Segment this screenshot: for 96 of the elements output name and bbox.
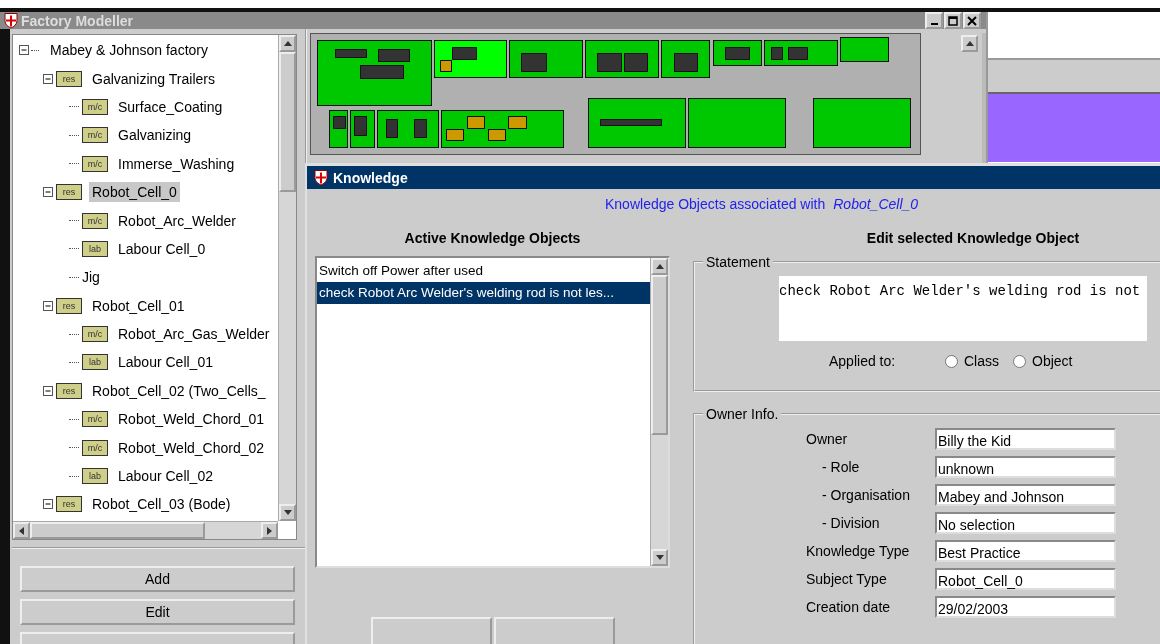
scroll-down-button[interactable] [279,504,296,521]
folder-tag: m/c [82,439,108,456]
input-field[interactable]: unknown [935,456,1116,478]
minimize-icon [930,23,938,25]
tree-item[interactable]: Labour Cell_01 [115,352,216,373]
tree-item[interactable]: Robot_Cell_01 [89,295,188,316]
scrollbar[interactable] [13,521,278,539]
statement-field[interactable]: check Robot Arc Welder's welding rod is not [779,276,1147,341]
minimize-button[interactable] [925,12,943,29]
folder-tag: res [56,382,82,399]
folder-tag: m/c [82,212,108,229]
close-icon [967,15,977,26]
action-button[interactable]: Add [20,566,295,592]
folder-tag: res [56,297,82,314]
group-label: Owner Info. [705,406,780,422]
list-item[interactable]: check Robot Arc Welder's welding rod is not les... [317,282,650,304]
action-button[interactable]: Edit [20,599,295,625]
expander-icon[interactable] [43,187,53,198]
maximize-button[interactable] [944,12,962,29]
field-label: - Organisation [821,487,911,503]
section-heading: Active Knowledge Objects [403,229,582,248]
field-label: - Division [821,515,881,531]
folder-tag: m/c [82,127,108,144]
input-field[interactable]: 29/02/2003 [935,596,1116,618]
input-field[interactable]: Billy the Kid [935,428,1116,450]
scrollbar[interactable] [278,35,296,521]
folder-tag: lab [82,468,108,485]
scroll-thumb[interactable] [651,275,668,435]
input-field[interactable]: Mabey and Johnson [935,484,1116,506]
expander-icon[interactable] [43,300,53,311]
field-label: - Role [821,459,861,475]
subject-name: Robot_Cell_0 [833,196,919,212]
radio-option[interactable]: Class [945,353,999,369]
field-label: Creation date [805,599,892,615]
tree-item[interactable]: Robot_Weld_Chord_01 [115,409,268,430]
scrollbar[interactable] [650,258,668,566]
tree-item[interactable]: Galvanizing Trailers [89,68,218,89]
scroll-up-button[interactable] [961,35,978,52]
folder-tag: res [56,184,82,201]
tree-item[interactable]: Robot_Weld_Chord_02 [115,437,268,458]
expander-icon[interactable] [43,499,53,510]
maximize-icon [948,15,958,26]
tree-item[interactable]: Labour Cell_02 [115,466,216,487]
expander-icon[interactable] [19,45,29,56]
input-field[interactable]: Robot_Cell_0 [935,568,1116,590]
up-arrow-icon [283,41,292,46]
group-label: Statement [705,254,771,270]
left-arrow-icon [19,526,24,535]
tree-item[interactable]: Galvanizing [115,125,195,146]
down-arrow-icon [655,555,664,560]
radio-option[interactable]: Object [1013,353,1073,369]
folder-tag: res [56,496,82,513]
folder-tag: m/c [82,326,108,343]
tree-item[interactable]: Immerse_Washing [115,153,238,174]
scroll-right-button[interactable] [261,522,278,539]
up-arrow-icon [965,41,974,46]
tree-item[interactable]: Labour Cell_0 [115,238,209,259]
field-label: Subject Type [805,571,888,587]
scroll-thumb[interactable] [279,52,296,192]
folder-tag: lab [82,240,108,257]
tree-item[interactable]: Robot_Cell_0 [89,182,180,203]
right-arrow-icon [267,526,272,535]
scroll-up-button[interactable] [651,258,668,275]
scroll-down-button[interactable] [651,549,668,566]
tree-item[interactable]: Robot_Cell_03 (Bode) [89,494,234,515]
scroll-thumb[interactable] [30,522,205,539]
window-title: Factory Modeller [21,12,134,29]
scroll-left-button[interactable] [13,522,30,539]
input-field[interactable]: Best Practice [935,540,1116,562]
header-text: Knowledge Objects associated with [605,196,826,212]
shield-icon [313,169,329,186]
tree-item[interactable]: Robot_Arc_Gas_Welder [115,324,273,345]
folder-tag: m/c [82,155,108,172]
close-button[interactable] [963,12,981,29]
tree-item[interactable]: Robot_Arc_Welder [115,210,240,231]
scroll-up-button[interactable] [279,35,296,52]
folder-tag: m/c [82,98,108,115]
field-label: Owner [805,431,849,447]
down-arrow-icon [283,510,292,515]
tree-item[interactable]: Surface_Coating [115,96,226,117]
section-heading: Edit selected Knowledge Object [865,229,1081,248]
tree-item[interactable]: Mabey & Johnson factory [47,40,211,61]
tree-item[interactable]: Jig [79,267,103,288]
input-field[interactable]: No selection [935,512,1116,534]
field-label: Applied to: [829,353,897,369]
folder-tag: lab [82,354,108,371]
field-label: Knowledge Type [805,543,911,559]
up-arrow-icon [655,264,664,269]
shield-icon [3,12,19,29]
list-item[interactable]: Switch off Power after used [317,260,650,282]
expander-icon[interactable] [43,73,53,84]
folder-tag: m/c [82,411,108,428]
folder-tag: res [56,70,82,87]
tree-item[interactable]: Robot_Cell_02 (Two_Cells_ [89,380,269,401]
window-title: Knowledge [333,169,408,186]
expander-icon[interactable] [43,385,53,396]
